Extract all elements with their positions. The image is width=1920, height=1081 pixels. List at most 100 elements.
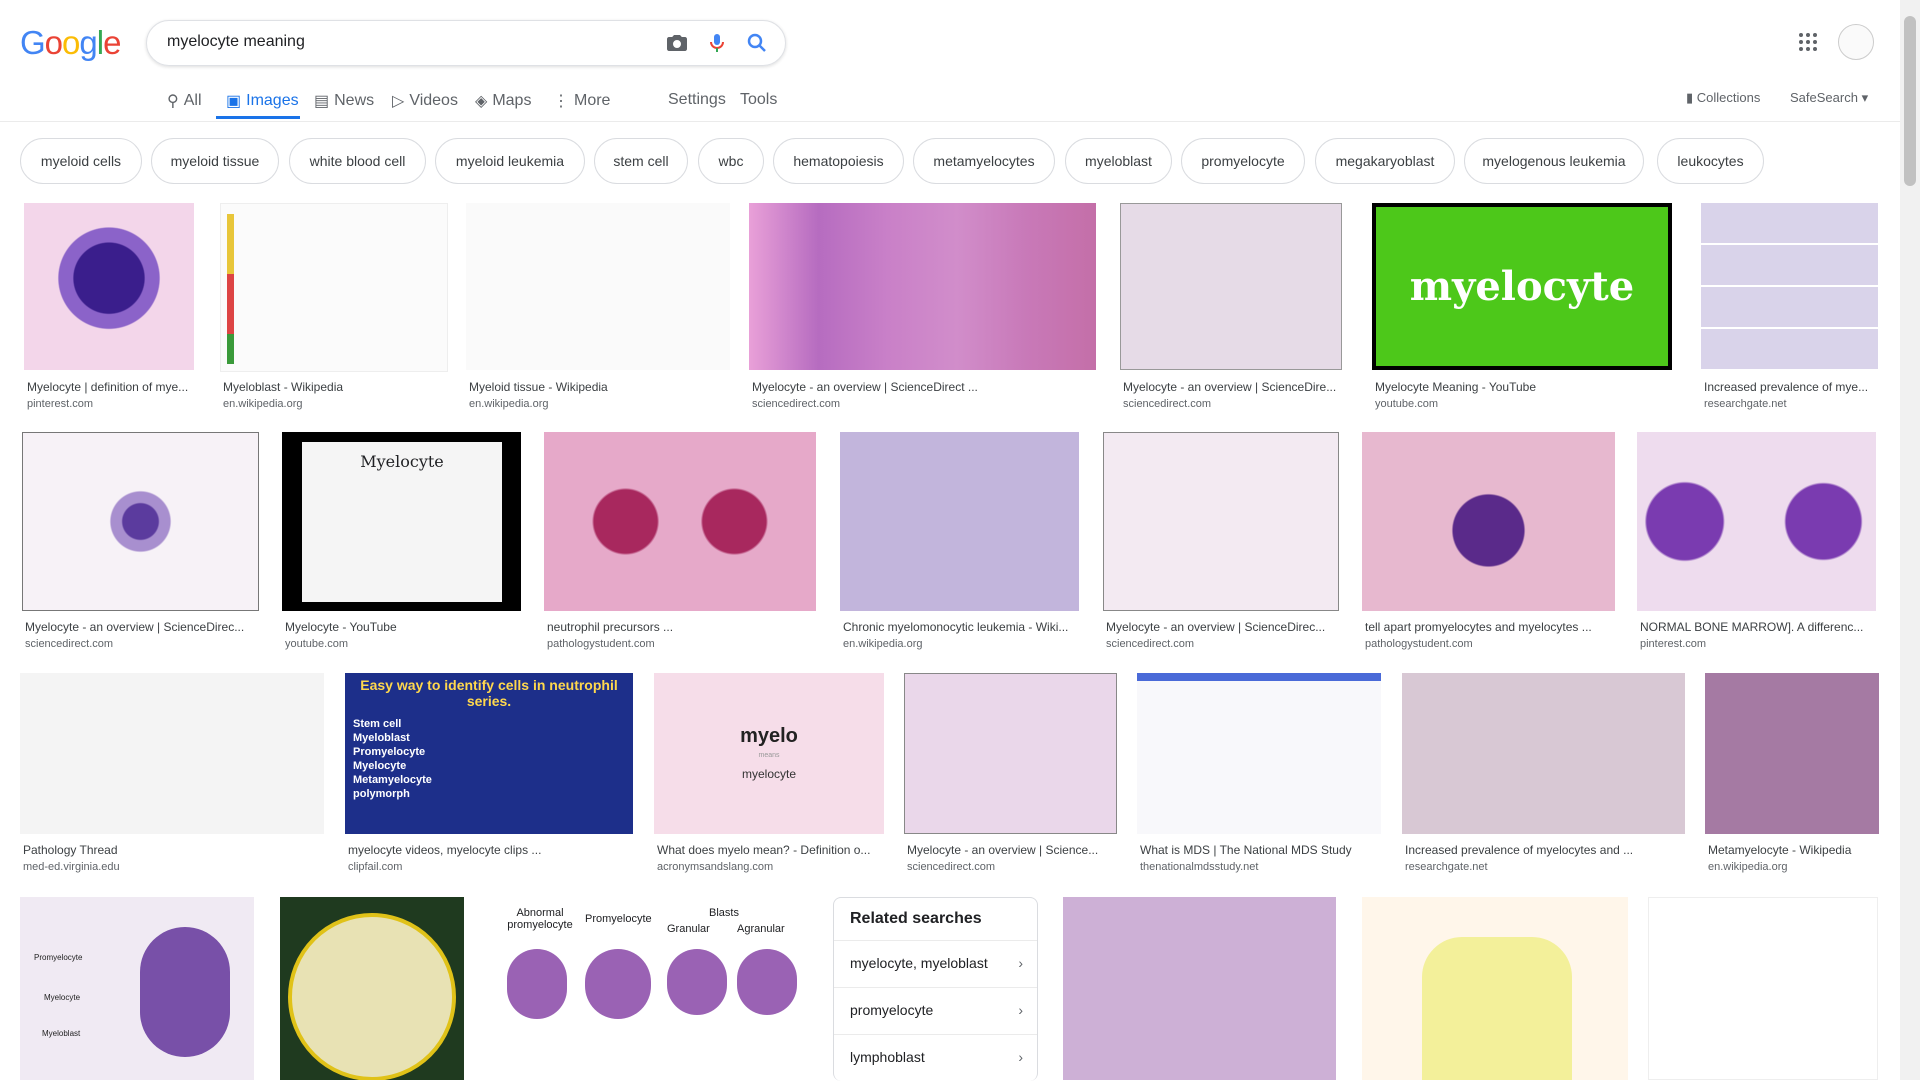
related-item[interactable]: lymphoblast ›: [834, 1034, 1037, 1081]
result-thumbnail[interactable]: [840, 432, 1079, 611]
image-result[interactable]: Myeloid tissue - Wikipedia en.wikipedia.…: [466, 203, 730, 413]
image-result[interactable]: What is MDS | The National MDS Study the…: [1137, 673, 1381, 883]
search-icon[interactable]: [745, 31, 769, 55]
image-result[interactable]: [1063, 897, 1336, 1080]
tools-link[interactable]: Tools: [740, 91, 777, 109]
image-result[interactable]: Myeloblast - Wikipedia en.wikipedia.org: [220, 203, 449, 413]
image-result[interactable]: myelo means myelocyte What does myelo me…: [654, 673, 884, 883]
image-result[interactable]: tell apart promyelocytes and myelocytes …: [1362, 432, 1618, 650]
result-title[interactable]: myelocyte videos, myelocyte clips ...: [348, 843, 636, 857]
image-result[interactable]: Myelocyte - an overview | ScienceDirect …: [749, 203, 1096, 413]
result-thumbnail[interactable]: [220, 203, 448, 372]
result-title[interactable]: Pathology Thread: [23, 843, 327, 857]
result-title[interactable]: Myelocyte - an overview | ScienceDirect …: [752, 380, 1099, 394]
chip[interactable]: metamyelocytes: [913, 138, 1055, 184]
result-thumbnail[interactable]: [20, 673, 324, 834]
chip[interactable]: myeloid cells: [20, 138, 142, 184]
result-title[interactable]: Increased prevalence of myelocytes and .…: [1405, 843, 1688, 857]
result-thumbnail[interactable]: myelo means myelocyte: [654, 673, 884, 834]
image-result[interactable]: Myelocyte - an overview | ScienceDirec..…: [22, 432, 262, 650]
result-thumbnail[interactable]: [1648, 897, 1878, 1080]
result-title[interactable]: Myelocyte | definition of mye...: [27, 380, 197, 394]
related-item[interactable]: promyelocyte ›: [834, 987, 1037, 1034]
result-thumbnail[interactable]: Easy way to identify cells in neutrophil…: [345, 673, 633, 834]
result-thumbnail[interactable]: [1063, 897, 1336, 1080]
result-thumbnail[interactable]: myelocyte: [1372, 203, 1672, 370]
result-thumbnail[interactable]: [1637, 432, 1876, 611]
result-title[interactable]: neutrophil precursors ...: [547, 620, 819, 634]
chip[interactable]: stem cell: [594, 138, 688, 184]
image-result[interactable]: Myelocyte Myelocyte - YouTube youtube.co…: [282, 432, 521, 650]
image-result[interactable]: Increased prevalence of mye... researchg…: [1701, 203, 1878, 413]
image-result[interactable]: Myelocyte - an overview | ScienceDirec..…: [1103, 432, 1339, 650]
chip[interactable]: myelogenous leukemia: [1464, 138, 1644, 184]
result-title[interactable]: NORMAL BONE MARROW]. A differenc...: [1640, 620, 1879, 634]
tab-videos[interactable]: ▷ Videos: [392, 91, 458, 111]
image-result[interactable]: NORMAL BONE MARROW]. A differenc... pint…: [1637, 432, 1879, 650]
related-item[interactable]: myelocyte, myeloblast ›: [834, 940, 1037, 987]
result-title[interactable]: Myeloblast - Wikipedia: [223, 380, 449, 394]
result-title[interactable]: Myelocyte Meaning - YouTube: [1375, 380, 1675, 394]
result-title[interactable]: Myeloid tissue - Wikipedia: [469, 380, 733, 394]
result-title[interactable]: tell apart promyelocytes and myelocytes …: [1365, 620, 1618, 634]
tab-news[interactable]: ▤ News: [314, 91, 374, 111]
result-thumbnail[interactable]: [22, 432, 259, 611]
tab-images[interactable]: ▣ Images: [226, 91, 299, 111]
settings-link[interactable]: Settings: [668, 91, 726, 109]
avatar[interactable]: [1838, 24, 1874, 60]
tab-more[interactable]: ⋮ More: [553, 91, 610, 111]
result-thumbnail[interactable]: [1103, 432, 1339, 611]
search-box[interactable]: myelocyte meaning: [146, 20, 786, 66]
chip[interactable]: myeloblast: [1065, 138, 1172, 184]
result-title[interactable]: Myelocyte - an overview | ScienceDirec..…: [25, 620, 262, 634]
image-result[interactable]: Myelocyte | definition of mye... pintere…: [24, 203, 194, 413]
result-thumbnail[interactable]: [1701, 203, 1878, 370]
apps-grid-icon[interactable]: [1796, 30, 1820, 54]
result-thumbnail[interactable]: [1362, 897, 1628, 1080]
result-thumbnail[interactable]: [749, 203, 1096, 370]
image-result[interactable]: Myelocyte - an overview | ScienceDire...…: [1120, 203, 1342, 413]
chip[interactable]: megakaryoblast: [1315, 138, 1455, 184]
result-thumbnail[interactable]: [280, 897, 464, 1080]
result-thumbnail[interactable]: Myelocyte: [282, 432, 521, 611]
result-thumbnail[interactable]: [904, 673, 1117, 834]
result-title[interactable]: Metamyelocyte - Wikipedia: [1708, 843, 1882, 857]
chip[interactable]: promyelocyte: [1181, 138, 1305, 184]
result-title[interactable]: What does myelo mean? - Definition o...: [657, 843, 887, 857]
result-thumbnail[interactable]: [1402, 673, 1685, 834]
result-thumbnail[interactable]: Promyelocyte Myelocyte Myeloblast: [20, 897, 254, 1080]
safesearch-dropdown[interactable]: SafeSearch ▾: [1790, 90, 1868, 106]
image-result[interactable]: Easy way to identify cells in neutrophil…: [345, 673, 633, 883]
image-result[interactable]: Myelocyte - an overview | Science... sci…: [904, 673, 1117, 883]
result-thumbnail[interactable]: [1362, 432, 1615, 611]
collections-link[interactable]: ▮ Collections: [1686, 90, 1760, 106]
image-result[interactable]: [1648, 897, 1878, 1080]
image-result[interactable]: [280, 897, 464, 1080]
result-thumbnail[interactable]: [466, 203, 730, 370]
chip[interactable]: wbc: [698, 138, 764, 184]
chip[interactable]: hematopoiesis: [773, 138, 904, 184]
image-result[interactable]: Metamyelocyte - Wikipedia en.wikipedia.o…: [1705, 673, 1879, 883]
chip[interactable]: myeloid leukemia: [435, 138, 585, 184]
tab-maps[interactable]: ◈ Maps: [475, 91, 531, 111]
chip[interactable]: myeloid tissue: [151, 138, 279, 184]
tab-all[interactable]: ⚲ All: [167, 91, 202, 111]
result-thumbnail[interactable]: [1705, 673, 1879, 834]
search-input[interactable]: myelocyte meaning: [167, 33, 305, 51]
image-result[interactable]: Pathology Thread med-ed.virginia.edu: [20, 673, 324, 883]
image-result[interactable]: [1362, 897, 1628, 1080]
image-result[interactable]: myelocyte Myelocyte Meaning - YouTube yo…: [1372, 203, 1672, 413]
image-result[interactable]: neutrophil precursors ... pathologystude…: [544, 432, 819, 650]
result-thumbnail[interactable]: [1120, 203, 1342, 370]
result-title[interactable]: What is MDS | The National MDS Study: [1140, 843, 1384, 857]
result-title[interactable]: Increased prevalence of mye...: [1704, 380, 1881, 394]
chip[interactable]: white blood cell: [289, 138, 426, 184]
scrollbar-thumb[interactable]: [1904, 16, 1916, 186]
result-title[interactable]: Myelocyte - an overview | ScienceDire...: [1123, 380, 1345, 394]
image-result[interactable]: Increased prevalence of myelocytes and .…: [1402, 673, 1685, 883]
result-thumbnail[interactable]: [1137, 673, 1381, 834]
result-thumbnail[interactable]: [544, 432, 816, 611]
microphone-icon[interactable]: [705, 31, 729, 55]
image-result[interactable]: Chronic myelomonocytic leukemia - Wiki..…: [840, 432, 1079, 650]
image-result[interactable]: Promyelocyte Myelocyte Myeloblast: [20, 897, 254, 1080]
